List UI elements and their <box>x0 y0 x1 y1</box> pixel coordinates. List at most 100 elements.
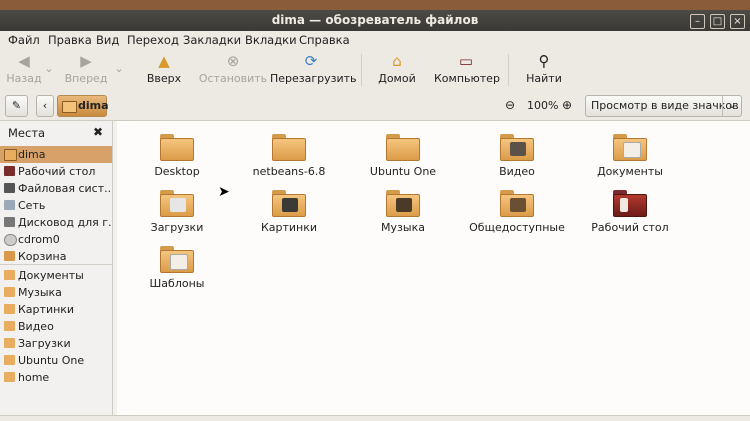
sidebar-item-filesystem[interactable]: Файловая сист... <box>0 180 112 197</box>
zoom-in-button[interactable]: ⊕ <box>562 98 572 112</box>
folder-label: Desktop <box>154 165 200 178</box>
toolbar-separator <box>361 54 362 86</box>
forward-label: Вперед <box>64 72 108 85</box>
sidebar-item-label: home <box>18 371 50 384</box>
reload-button[interactable]: ⟳ Перезагрузить <box>270 52 357 85</box>
folder-item[interactable]: Desktop <box>122 134 232 178</box>
sidebar-item-documents[interactable]: Документы <box>0 267 112 284</box>
forward-button[interactable]: ▶ Вперед <box>64 52 108 85</box>
menu-go[interactable]: Переход <box>127 33 179 47</box>
sidebar-item-label: Корзина <box>18 250 67 263</box>
folder-item[interactable]: Картинки <box>234 190 344 234</box>
search-button[interactable]: ⚲ Найти <box>524 52 564 85</box>
downloads-folder-icon <box>160 190 194 217</box>
menu-bookmarks[interactable]: Закладки <box>183 33 241 47</box>
sidebar-item-downloads[interactable]: Загрузки <box>0 335 112 352</box>
folder-label: Общедоступные <box>469 221 565 234</box>
menu-edit[interactable]: Правка <box>48 33 92 47</box>
folder-label: Музыка <box>381 221 425 234</box>
arrow-left-icon: ◀ <box>18 52 30 70</box>
back-history-dropdown[interactable]: ⌄ <box>44 62 54 75</box>
chevron-down-icon: ⌄ <box>114 62 124 75</box>
folder-item[interactable]: Документы <box>575 134 685 178</box>
folder-item[interactable]: Шаблоны <box>122 246 232 290</box>
location-bar: ✎ ‹ dima ⊖ 100% ⊕ Просмотр в виде значко… <box>0 92 750 121</box>
sidebar-divider <box>0 264 112 265</box>
sidebar-header[interactable]: Места ✖ <box>0 121 112 143</box>
sidebar-item-label: dima <box>18 148 46 161</box>
sidebar-item-label: Музыка <box>18 286 62 299</box>
sidebar-item-videos[interactable]: Видео <box>0 318 112 335</box>
file-icon-view[interactable]: Desktop netbeans-6.8 Ubuntu One Видео До… <box>117 121 750 415</box>
folder-label: netbeans-6.8 <box>252 165 326 178</box>
back-button[interactable]: ◀ Назад <box>6 52 42 85</box>
stop-button[interactable]: ⊗ Остановить <box>198 52 268 85</box>
sidebar-item-cdrom[interactable]: cdrom0 <box>0 231 112 248</box>
menu-tabs[interactable]: Вкладки <box>245 33 297 47</box>
arrow-right-icon: ▶ <box>80 52 92 70</box>
window-title: dima — обозреватель файлов <box>271 13 479 27</box>
sidebar-item-trash[interactable]: Корзина <box>0 248 112 265</box>
sidebar-item-pictures[interactable]: Картинки <box>0 301 112 318</box>
edit-location-button[interactable]: ✎ <box>5 95 28 117</box>
menu-view[interactable]: Вид <box>96 33 119 47</box>
folder-item[interactable]: Загрузки <box>122 190 232 234</box>
view-mode-select[interactable]: Просмотр в виде значков ⌄ <box>585 95 742 117</box>
folder-item[interactable]: Музыка <box>348 190 458 234</box>
folder-label: Ubuntu One <box>369 165 437 178</box>
breadcrumb-current-folder[interactable]: dima <box>57 95 109 117</box>
zoom-level[interactable]: 100% <box>527 99 558 112</box>
harddisk-icon <box>4 183 15 193</box>
up-button[interactable]: ▲ Вверх <box>145 52 183 85</box>
menu-bar: Файл Правка Вид Переход Закладки Вкладки… <box>0 31 750 48</box>
chevron-down-icon: ⌄ <box>44 62 54 75</box>
forward-history-dropdown[interactable]: ⌄ <box>114 62 124 75</box>
zoom-out-button[interactable]: ⊖ <box>505 98 515 112</box>
status-bar <box>0 415 750 421</box>
home-button[interactable]: ⌂ Домой <box>375 52 419 85</box>
sidebar-item-music[interactable]: Музыка <box>0 284 112 301</box>
folder-label: Шаблоны <box>149 277 205 290</box>
home-label: Домой <box>378 72 416 85</box>
documents-folder-icon <box>613 134 647 161</box>
folder-item[interactable]: Ubuntu One <box>348 134 458 178</box>
minimize-button[interactable]: – <box>690 14 705 29</box>
sidebar-item-home[interactable]: home <box>0 369 112 386</box>
sidebar-item-dima[interactable]: dima <box>0 146 112 163</box>
close-button[interactable]: × <box>730 14 745 29</box>
folder-item[interactable]: Видео <box>462 134 572 178</box>
sidebar-item-desktop[interactable]: Рабочий стол <box>0 163 112 180</box>
folder-label: Картинки <box>260 221 318 234</box>
folder-item[interactable]: netbeans-6.8 <box>234 134 344 178</box>
sidebar-item-label: Загрузки <box>18 337 71 350</box>
folder-icon <box>4 270 15 280</box>
sidebar-item-label: Ubuntu One <box>18 354 85 367</box>
close-sidebar-icon[interactable]: ✖ <box>93 125 103 139</box>
sidebar-item-ubuntu-one[interactable]: Ubuntu One <box>0 352 112 369</box>
computer-icon: ▭ <box>458 52 474 70</box>
sidebar-item-network[interactable]: Сеть <box>0 197 112 214</box>
folder-item[interactable]: Рабочий стол <box>575 190 685 234</box>
zoom-out-icon: ⊖ <box>505 98 516 112</box>
folder-icon <box>4 355 15 365</box>
folder-label: Загрузки <box>150 221 204 234</box>
computer-button[interactable]: ▭ Компьютер <box>434 52 500 85</box>
folder-label: Рабочий стол <box>591 221 669 234</box>
folder-icon <box>4 304 15 314</box>
templates-folder-icon <box>160 246 194 273</box>
folder-icon <box>4 321 15 331</box>
sidebar-item-label: Документы <box>18 269 84 282</box>
folder-icon <box>386 134 420 161</box>
menu-help[interactable]: Справка <box>299 33 350 47</box>
home-folder-icon <box>62 101 77 113</box>
maximize-button[interactable]: □ <box>710 14 725 29</box>
chevron-left-icon: ‹ <box>42 99 48 112</box>
home-folder-icon: ⌂ <box>392 52 402 70</box>
path-back-button[interactable]: ‹ <box>36 95 54 117</box>
video-folder-icon <box>500 134 534 161</box>
menu-file[interactable]: Файл <box>8 33 40 47</box>
folder-item[interactable]: Общедоступные <box>462 190 572 234</box>
title-bar[interactable]: dima — обозреватель файлов – □ × <box>0 10 750 31</box>
sidebar-item-floppy[interactable]: Дисковод для г... <box>0 214 112 231</box>
folder-label: Документы <box>597 165 663 178</box>
